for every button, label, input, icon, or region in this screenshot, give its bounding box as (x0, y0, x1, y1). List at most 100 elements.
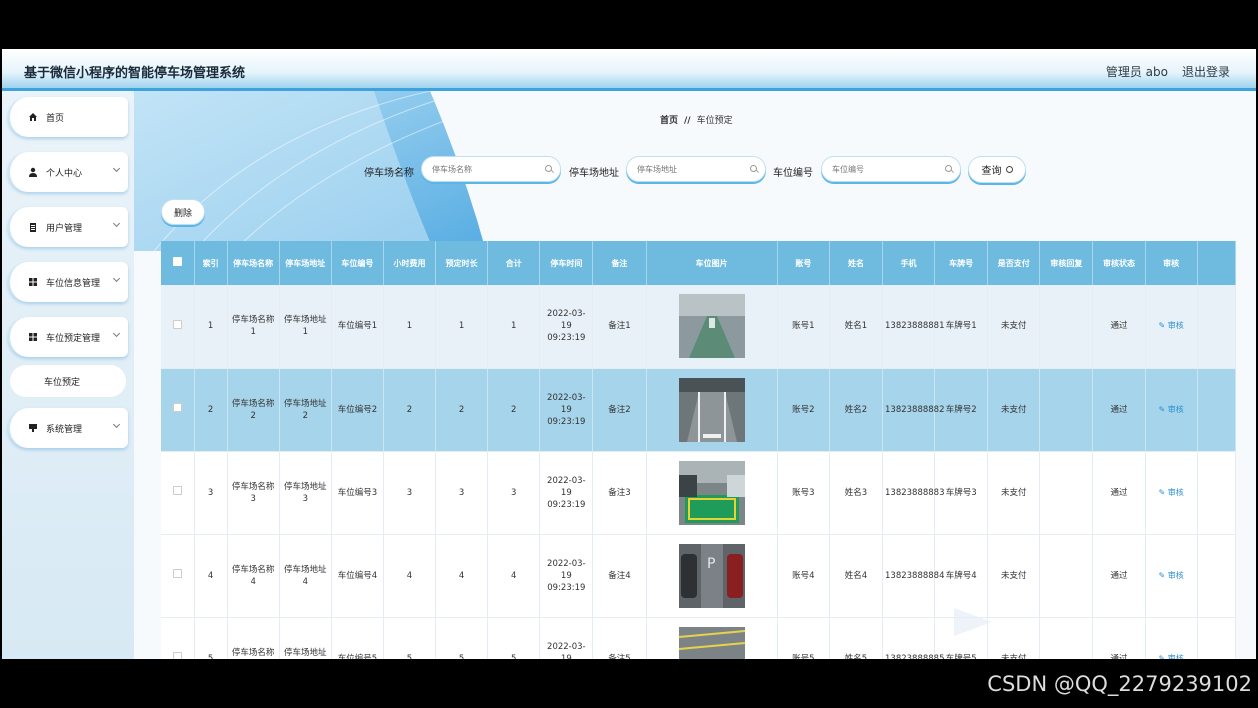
sidebar-item-label: 个人中心 (46, 168, 83, 179)
sidebar-item-label: 车位预定管理 (46, 333, 101, 344)
cell-status: 通过 (1092, 285, 1146, 369)
cell-hours: 1 (435, 285, 489, 369)
cell-total: 2 (487, 368, 541, 452)
search-icon (945, 165, 952, 172)
table-row[interactable]: 5停车场名称5停车场地址5车位编号55552022-03-19 09:23:19… (161, 617, 1236, 659)
cell-note: 备注2 (592, 368, 647, 452)
parking-photo (678, 460, 745, 525)
sidebar-item-label: 系统管理 (46, 424, 83, 435)
cell-reply (1039, 451, 1094, 535)
row-select-cell[interactable] (161, 534, 195, 618)
select-all-cell[interactable] (161, 241, 195, 285)
cell-phone: 13823888884 (882, 534, 945, 618)
lot-name-field[interactable] (421, 156, 561, 182)
column-header: 停车时间 (539, 241, 594, 285)
table-row[interactable]: 3 停车场名称3 停车场地址3 车位编号3 3 3 3 2022-03-19 09:23:19… (161, 451, 1236, 535)
clipboard-icon (30, 223, 36, 232)
cell-hours: 2 (435, 368, 489, 452)
cell-action: 审核 (1145, 534, 1198, 618)
row-select-cell[interactable] (161, 285, 195, 369)
cell-note: 备注3 (592, 451, 647, 535)
column-header: 车位编号 (331, 241, 384, 285)
audit-link[interactable]: 审核 (1158, 654, 1183, 660)
parking-photo (678, 294, 745, 359)
sidebar-item-space-info[interactable]: 车位信息管理 (8, 262, 128, 302)
audit-link[interactable]: 审核 (1158, 488, 1183, 497)
column-header: 预定时长 (435, 241, 489, 285)
parking-photo: P (678, 543, 745, 608)
cell-index: 5 (194, 617, 228, 659)
cell-total: 5 (487, 617, 541, 659)
column-header: 停车场地址 (279, 241, 332, 285)
table-row[interactable]: 4 停车场名称4 停车场地址4 车位编号4 4 4 4 2022-03-19 09:23:19… (161, 534, 1236, 618)
cell-note: 备注4 (592, 534, 647, 618)
cell-paid: 未支付 (987, 451, 1041, 535)
select-all-checkbox[interactable] (172, 256, 182, 266)
breadcrumb-separator: // (684, 116, 691, 126)
row-checkbox[interactable] (172, 319, 182, 329)
sidebar-item-label: 首页 (46, 113, 65, 124)
cell-status: 通过 (1092, 617, 1146, 659)
lot-name-input[interactable] (432, 157, 542, 182)
cell-index: 4 (194, 534, 228, 618)
column-header: 小时费用 (383, 241, 437, 285)
sidebar-item-users[interactable]: 用户管理 (8, 207, 128, 247)
logout-link[interactable]: 退出登录 (1182, 63, 1230, 80)
cell-addr: 停车场地址2 (279, 368, 332, 452)
lot-addr-field[interactable] (626, 156, 766, 182)
sidebar-item-reservation[interactable]: 车位预定管理 (8, 317, 128, 357)
space-no-field[interactable] (821, 156, 961, 182)
sidebar-subitem-reservation[interactable]: 车位预定 (10, 365, 126, 397)
row-checkbox[interactable] (172, 652, 182, 659)
column-header: 审核 (1145, 241, 1198, 285)
main-content: 首页 // 车位预定 停车场名称 停车场地址 车位编号 查询 删除 (134, 91, 1256, 659)
settings-icon (29, 424, 37, 432)
delete-button[interactable]: 删除 (161, 199, 205, 225)
cell-reply (1039, 617, 1094, 659)
column-header: 停车场名称 (227, 241, 280, 285)
query-button[interactable]: 查询 (968, 156, 1026, 183)
audit-link[interactable]: 审核 (1158, 571, 1183, 580)
cell-phone: 13823888882 (882, 368, 945, 452)
audit-link[interactable]: 审核 (1158, 405, 1183, 414)
cell-addr: 停车场地址5 (279, 617, 332, 659)
column-header-spacer (1197, 241, 1236, 285)
row-checkbox[interactable] (172, 403, 182, 412)
cell-phone: 13823888883 (882, 451, 945, 535)
row-select-cell[interactable] (161, 617, 195, 659)
cell-hours: 5 (435, 617, 489, 659)
row-select-cell[interactable] (161, 451, 195, 535)
sidebar-item-system[interactable]: 系统管理 (8, 408, 128, 448)
sidebar-subitem-label: 车位预定 (44, 377, 81, 388)
sidebar-item-home[interactable]: 首页 (8, 97, 128, 137)
cell-person: 姓名1 (829, 285, 884, 369)
column-header: 手机 (882, 241, 936, 285)
sidebar-item-profile[interactable]: 个人中心 (8, 152, 128, 192)
cell-status: 通过 (1092, 451, 1146, 535)
cell-fee: 1 (383, 285, 437, 369)
table-row[interactable]: 2 停车场名称2 停车场地址2 车位编号2 2 2 2 2022-03-19 09:23:19… (161, 368, 1236, 452)
cell-addr: 停车场地址3 (279, 451, 332, 535)
cell-reply (1039, 534, 1094, 618)
top-header: 基于微信小程序的智能停车场管理系统 管理员 abo 退出登录 (2, 49, 1256, 91)
cell-photo (646, 368, 778, 452)
cell-action: 审核 (1145, 368, 1198, 452)
lot-name-label: 停车场名称 (364, 168, 414, 179)
cell-photo (646, 451, 778, 535)
cell-spacer (1197, 617, 1236, 659)
row-checkbox[interactable] (172, 569, 182, 578)
breadcrumb: 首页 // 车位预定 (660, 113, 733, 126)
cell-action: 审核 (1145, 451, 1198, 535)
row-select-cell[interactable] (161, 368, 195, 452)
cell-status: 通过 (1092, 368, 1146, 452)
cell-account: 账号1 (777, 285, 830, 369)
audit-link[interactable]: 审核 (1158, 321, 1183, 330)
current-user[interactable]: 管理员 abo (1106, 63, 1168, 80)
row-checkbox[interactable] (172, 486, 182, 495)
table-row[interactable]: 1 停车场名称1 停车场地址1 车位编号1 1 1 1 2022-03-19 09:23:19… (161, 285, 1236, 369)
breadcrumb-home[interactable]: 首页 (660, 116, 678, 126)
lot-addr-input[interactable] (637, 157, 747, 182)
space-no-input[interactable] (832, 157, 942, 182)
space-no-label: 车位编号 (773, 168, 813, 179)
cell-person: 姓名5 (829, 617, 884, 659)
